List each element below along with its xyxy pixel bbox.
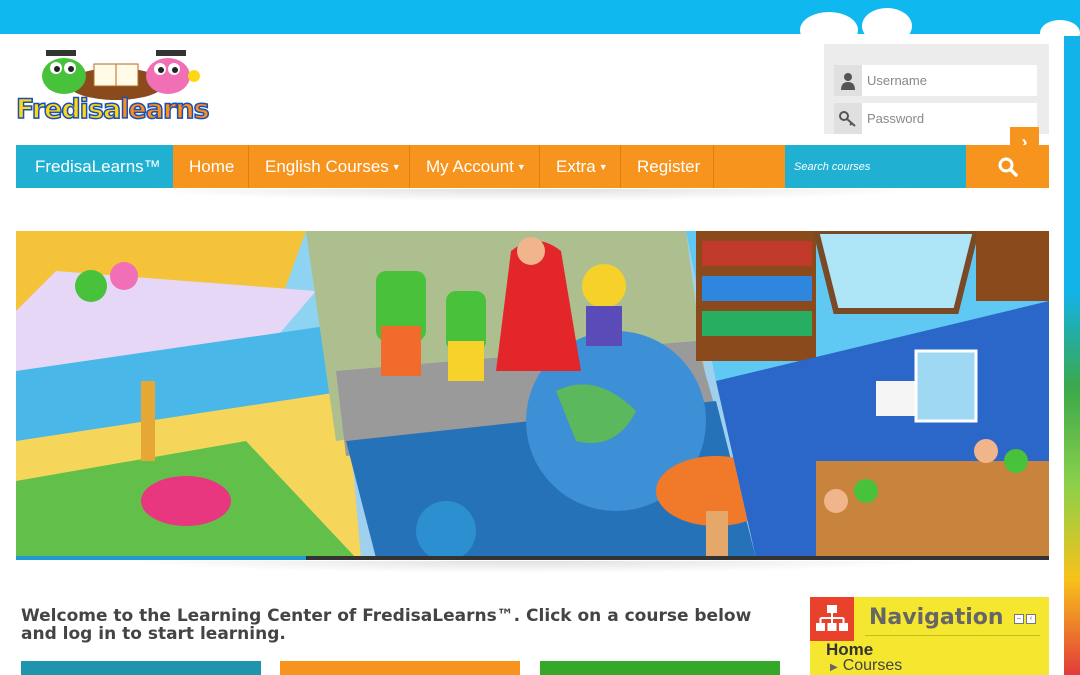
- sitemap-icon: [810, 597, 854, 641]
- nav-extra[interactable]: Extra ▼: [540, 145, 621, 188]
- logo-wordmark: Fredisalearns: [15, 93, 210, 126]
- search-input[interactable]: [785, 145, 966, 188]
- nav-extra-label: Extra: [556, 157, 596, 176]
- nav-register[interactable]: Register: [621, 145, 714, 188]
- nav-register-label: Register: [637, 157, 701, 176]
- logo-text-part2: learns: [119, 93, 210, 126]
- navigation-block: Navigation – ‹ Home ▶ Courses: [810, 597, 1049, 675]
- navigation-block-divider: [865, 635, 1040, 636]
- banner-illustration: [16, 231, 1049, 558]
- caret-down-icon: ▼: [516, 162, 526, 172]
- caret-right-icon: ▶: [830, 662, 838, 673]
- navigation-block-title: Navigation: [869, 605, 1004, 630]
- course-tile[interactable]: [21, 661, 261, 675]
- nav-my-account[interactable]: My Account ▼: [410, 145, 540, 188]
- sky-band: [0, 0, 1080, 36]
- block-dock-icon[interactable]: ‹: [1026, 614, 1036, 624]
- banner-shadow: [120, 561, 940, 573]
- block-minimize-icon[interactable]: –: [1014, 614, 1024, 624]
- nav-home[interactable]: Home: [173, 145, 249, 188]
- search-button[interactable]: [966, 145, 1049, 188]
- user-icon: [834, 65, 862, 96]
- nav-tree-courses-label: Courses: [842, 657, 903, 674]
- nav-english-courses-label: English Courses: [265, 157, 389, 176]
- page-container: Fredisalearns › FredisaLearns™ Home Engl…: [0, 34, 1064, 675]
- nav-home-label: Home: [189, 157, 235, 176]
- caret-down-icon: ▼: [391, 162, 401, 172]
- password-row: [834, 103, 1037, 134]
- username-row: [834, 65, 1037, 96]
- course-tile[interactable]: [280, 661, 520, 675]
- search-icon: [998, 157, 1018, 177]
- nav-tree-courses[interactable]: ▶ Courses: [830, 657, 902, 675]
- slideshow-timer-progress: [16, 556, 306, 560]
- login-form: [824, 44, 1049, 134]
- logo-mascots: [42, 50, 200, 100]
- key-icon: [834, 103, 862, 134]
- banner-slideshow[interactable]: [16, 231, 1049, 558]
- caret-down-icon: ▼: [598, 162, 608, 172]
- navbar-brand[interactable]: FredisaLearns™: [16, 145, 173, 188]
- nav-english-courses[interactable]: English Courses ▼: [249, 145, 410, 188]
- main-navbar: FredisaLearns™ Home English Courses ▼ My …: [16, 145, 1049, 188]
- password-input[interactable]: [862, 103, 1010, 134]
- search-box: [785, 145, 966, 188]
- navbar-shadow: [120, 189, 940, 201]
- logo[interactable]: Fredisalearns: [15, 42, 216, 137]
- logo-text-part1: Fredisa: [15, 93, 122, 126]
- username-input[interactable]: [862, 65, 1010, 96]
- course-tile[interactable]: [540, 661, 780, 675]
- welcome-message: Welcome to the Learning Center of Fredis…: [21, 606, 752, 644]
- nav-my-account-label: My Account: [426, 157, 514, 176]
